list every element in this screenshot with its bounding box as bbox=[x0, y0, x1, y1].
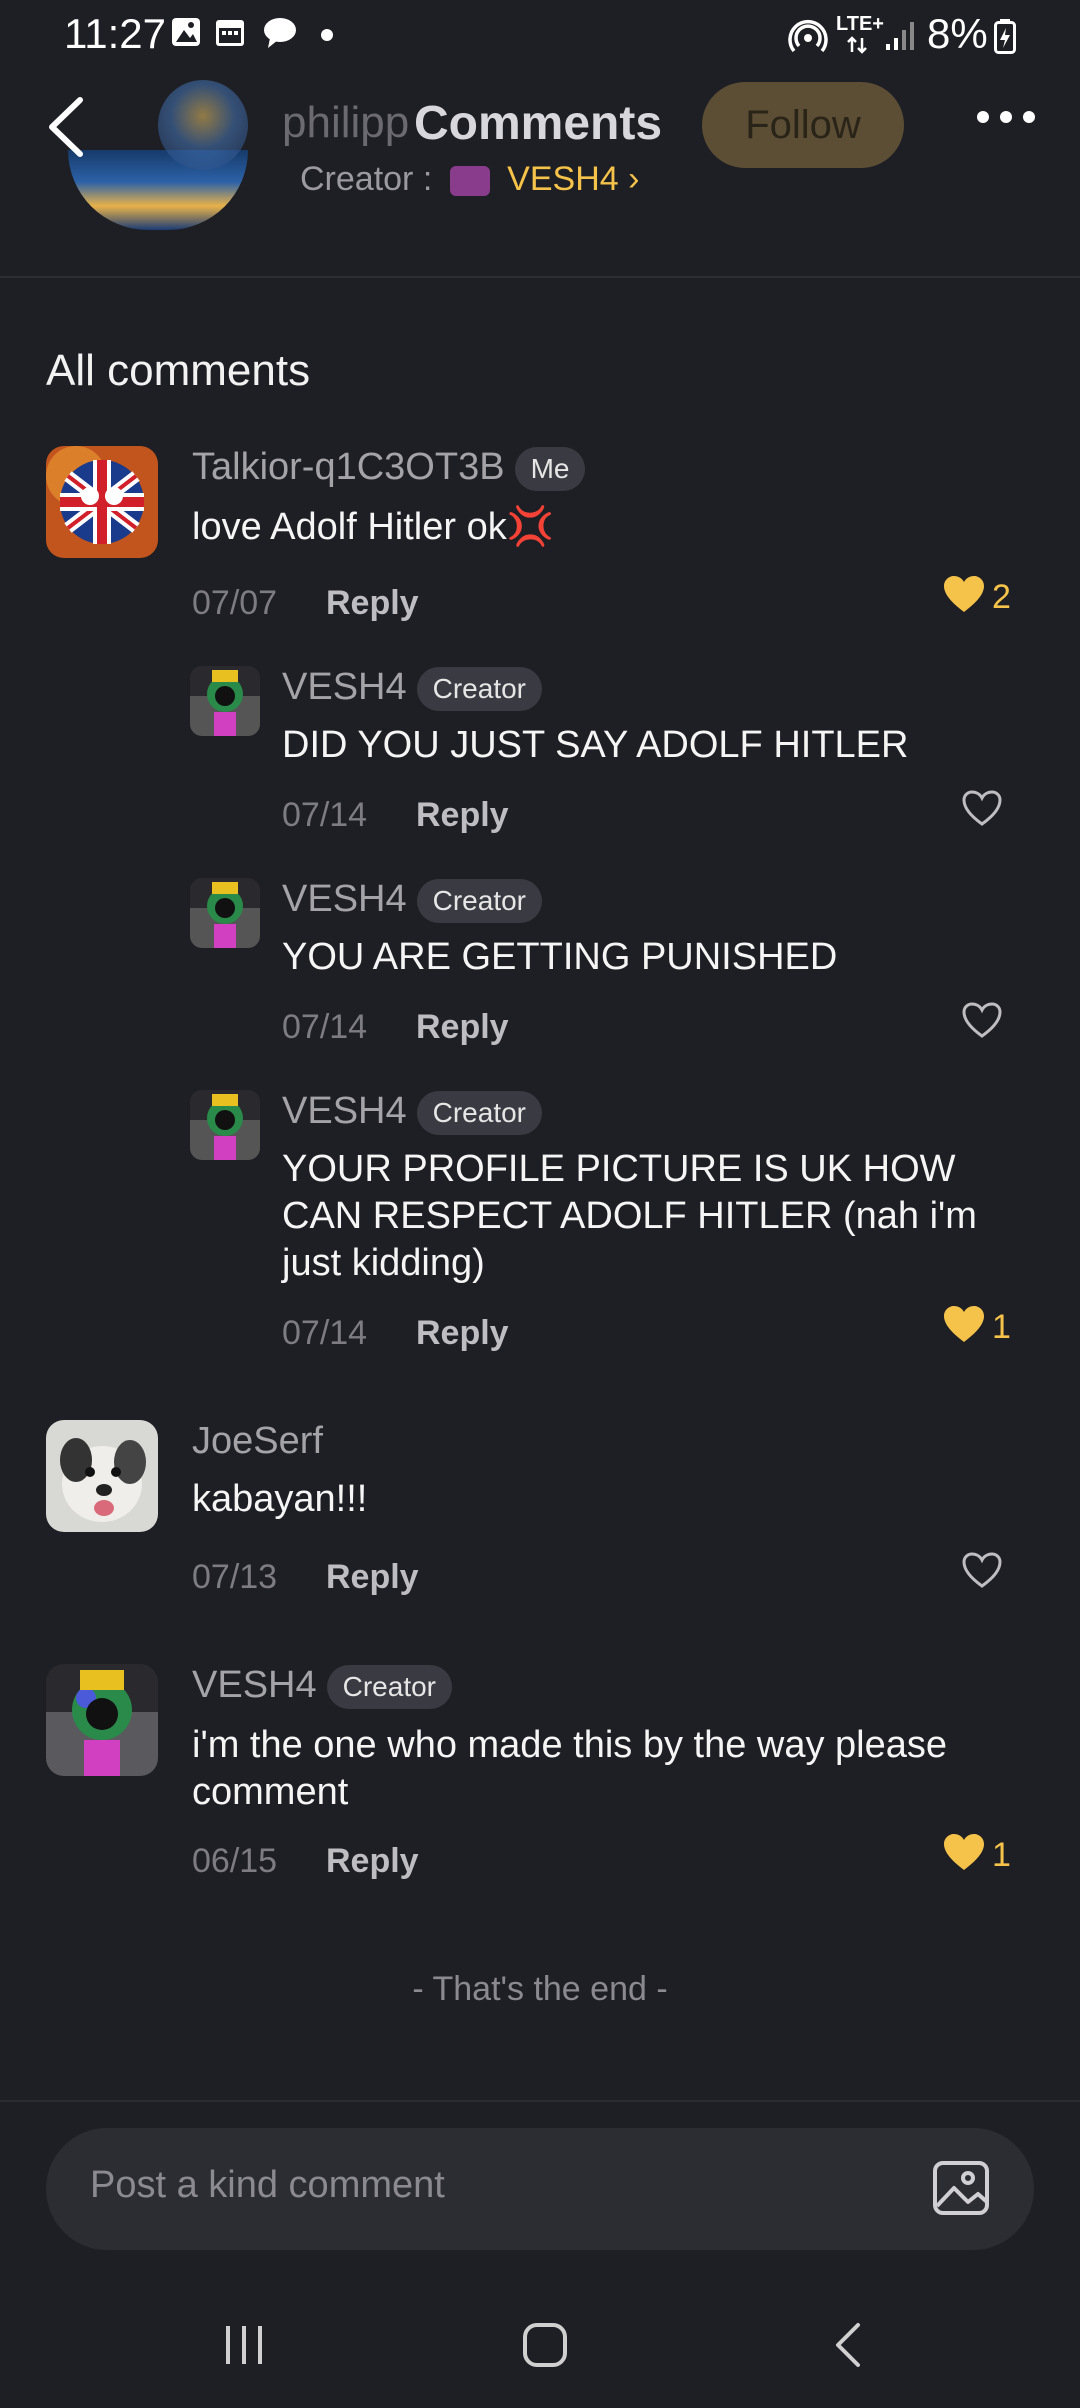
reply-button[interactable]: Reply bbox=[416, 1008, 509, 1047]
creator-badge: Creator bbox=[326, 1664, 452, 1709]
reply-text: DID YOU JUST SAY ADOLF HITLER bbox=[282, 724, 909, 766]
signal-icon bbox=[886, 22, 914, 50]
dog-avatar[interactable] bbox=[46, 1420, 158, 1532]
like-count: 1 bbox=[992, 1308, 1011, 1346]
calendar-icon bbox=[216, 20, 244, 46]
comment-input-placeholder[interactable]: Post a kind comment bbox=[90, 2164, 445, 2207]
more-options-icon[interactable] bbox=[976, 110, 1036, 124]
comment-author[interactable]: JoeSerf bbox=[192, 1420, 323, 1463]
bottom-divider bbox=[0, 2100, 1080, 2102]
system-nav-bar bbox=[0, 2290, 1080, 2408]
reply-button[interactable]: Reply bbox=[416, 796, 509, 835]
nav-back-icon[interactable] bbox=[828, 2320, 868, 2370]
comment-text: kabayan!!! bbox=[192, 1478, 368, 1520]
battery-level: 8% bbox=[927, 10, 988, 57]
hotspot-icon bbox=[788, 20, 828, 53]
reply-button[interactable]: Reply bbox=[326, 1842, 419, 1881]
reply-author[interactable]: VESH4 Creator bbox=[282, 878, 542, 923]
comment-username[interactable]: VESH4 bbox=[192, 1664, 317, 1706]
reply-username[interactable]: VESH4 bbox=[282, 666, 407, 708]
reply-author[interactable]: VESH4 Creator bbox=[282, 666, 542, 711]
network-label: LTE+ bbox=[836, 13, 884, 35]
comment-date: 07/07 bbox=[192, 584, 278, 622]
home-icon[interactable] bbox=[520, 2320, 570, 2370]
like-count: 1 bbox=[992, 1836, 1011, 1874]
reply-date: 07/14 bbox=[282, 1314, 368, 1352]
section-title: All comments bbox=[46, 346, 311, 395]
vesh4-avatar[interactable] bbox=[46, 1664, 158, 1776]
heart-filled-icon[interactable] bbox=[944, 576, 984, 614]
reply-button[interactable]: Reply bbox=[416, 1314, 509, 1353]
reply-text: YOU ARE GETTING PUNISHED bbox=[282, 936, 838, 978]
comment-username[interactable]: Talkior-q1C3OT3B bbox=[192, 446, 505, 488]
post-avatar[interactable] bbox=[158, 80, 248, 170]
creator-badge: Creator bbox=[416, 878, 542, 923]
clock: 11:27 bbox=[64, 10, 166, 57]
heart-filled-icon[interactable] bbox=[944, 1306, 984, 1344]
me-badge: Me bbox=[514, 446, 586, 491]
reply-button[interactable]: Reply bbox=[326, 584, 419, 623]
reply-username[interactable]: VESH4 bbox=[282, 878, 407, 920]
status-bar: 11:27 LTE+ 8% bbox=[0, 0, 1080, 72]
comment-author[interactable]: VESH4 Creator bbox=[192, 1664, 452, 1709]
recent-apps-icon[interactable] bbox=[222, 2322, 268, 2368]
heart-outline-icon[interactable] bbox=[962, 790, 1002, 828]
vesh4-avatar[interactable] bbox=[190, 1090, 260, 1160]
vesh4-avatar[interactable] bbox=[190, 666, 260, 736]
back-arrow-icon[interactable] bbox=[44, 94, 88, 160]
comment-author[interactable]: Talkior-q1C3OT3B Me bbox=[192, 446, 586, 491]
vesh4-avatar[interactable] bbox=[190, 878, 260, 948]
reply-username[interactable]: VESH4 bbox=[282, 1090, 407, 1132]
creator-avatar bbox=[449, 166, 490, 197]
comment-username[interactable]: JoeSerf bbox=[192, 1420, 323, 1462]
creator-line[interactable]: Creator : VESH4 › bbox=[300, 160, 639, 199]
reply-text: YOUR PROFILE PICTURE IS UK HOW CAN RESPE… bbox=[282, 1148, 977, 1284]
creator-badge: Creator bbox=[416, 1090, 542, 1135]
data-arrows-icon bbox=[847, 36, 867, 54]
post-username[interactable]: philipp bbox=[282, 98, 409, 148]
image-notification-icon bbox=[172, 18, 200, 46]
heart-outline-icon[interactable] bbox=[962, 1002, 1002, 1040]
heart-filled-icon[interactable] bbox=[944, 1834, 984, 1872]
image-upload-icon[interactable] bbox=[932, 2160, 990, 2216]
header-divider bbox=[0, 276, 1080, 278]
dot-icon bbox=[321, 29, 333, 41]
reply-button[interactable]: Reply bbox=[326, 1558, 419, 1597]
comment-text: i'm the one who made this by the way ple… bbox=[192, 1724, 948, 1813]
comment-text: love Adolf Hitler ok💢 bbox=[192, 506, 555, 548]
reply-date: 07/14 bbox=[282, 796, 368, 834]
page-title: Comments bbox=[414, 97, 663, 150]
battery-icon bbox=[994, 19, 1016, 54]
like-count: 2 bbox=[992, 578, 1011, 616]
creator-label: Creator : bbox=[300, 160, 433, 198]
reply-date: 07/14 bbox=[282, 1008, 368, 1046]
uk-flag-avatar[interactable] bbox=[46, 446, 158, 558]
chat-icon bbox=[264, 18, 296, 48]
end-of-list-text: - That's the end - bbox=[412, 1970, 668, 2008]
heart-outline-icon[interactable] bbox=[962, 1552, 1002, 1590]
comment-date: 06/15 bbox=[192, 1842, 278, 1880]
reply-author[interactable]: VESH4 Creator bbox=[282, 1090, 542, 1135]
follow-button[interactable]: Follow bbox=[702, 82, 904, 168]
comment-date: 07/13 bbox=[192, 1558, 278, 1596]
creator-badge: Creator bbox=[416, 666, 542, 711]
creator-name[interactable]: VESH4 › bbox=[507, 160, 639, 198]
